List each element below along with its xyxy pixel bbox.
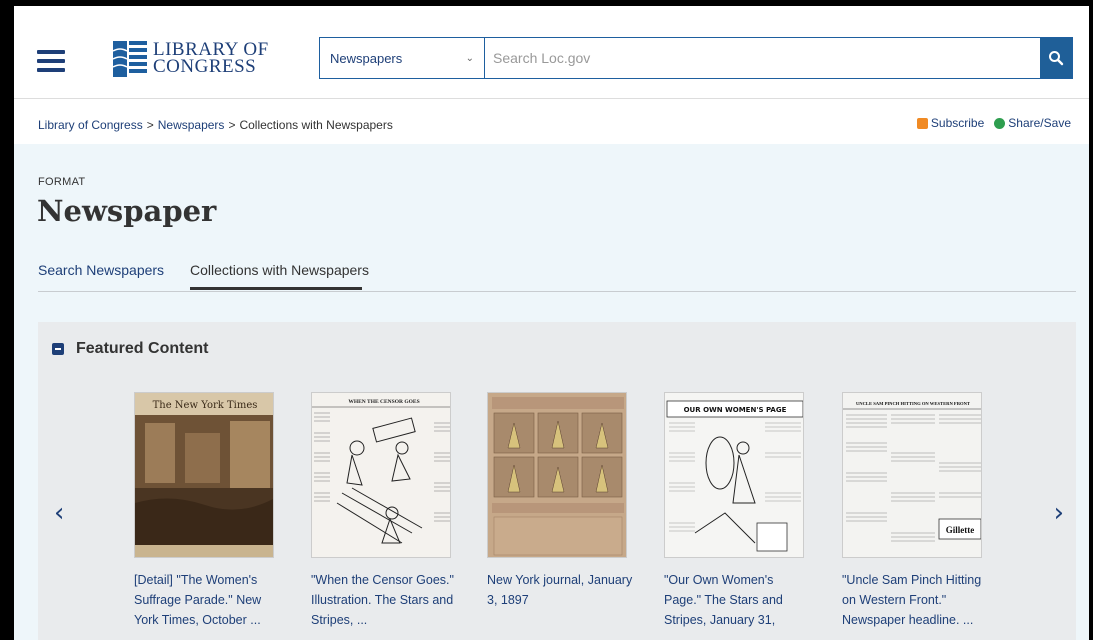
menu-icon[interactable] — [37, 50, 65, 72]
search-scope-value: Newspapers — [330, 50, 403, 66]
featured-content-title: Featured Content — [76, 340, 209, 357]
site-header: LIBRARY OF CONGRESS Newspapers ⌄ — [14, 6, 1089, 99]
featured-item-thumbnail[interactable]: WHEN THE CENSOR GOES — [311, 392, 451, 558]
active-tab-indicator — [190, 287, 362, 290]
search-button[interactable] — [1040, 38, 1072, 78]
chevron-left-icon[interactable]: ‹ — [54, 498, 64, 528]
share-link[interactable]: Share/Save — [994, 116, 1071, 130]
caption-line: Stripes, January 31, — [664, 613, 776, 627]
search-input[interactable] — [485, 38, 1040, 78]
format-label: FORMAT — [38, 176, 86, 188]
chevron-down-icon: ⌄ — [465, 52, 474, 64]
breadcrumb-item-current: Collections with Newspapers — [239, 118, 393, 132]
rss-icon — [916, 117, 928, 129]
featured-item-thumbnail[interactable]: OUR OWN WOMEN'S PAGE — [664, 392, 804, 558]
logo-text: LIBRARY OF CONGRESS — [153, 40, 269, 77]
newspaper-illustration-image: WHEN THE CENSOR GOES — [312, 393, 450, 557]
page-title: Newspaper — [37, 194, 217, 228]
logo-line-2: CONGRESS — [153, 56, 257, 77]
featured-item: New York journal, January 3, 1897 — [487, 392, 637, 610]
breadcrumb-item-newspapers[interactable]: Newspapers — [158, 118, 225, 132]
collapse-icon — [52, 343, 64, 355]
comic-page-image — [488, 393, 626, 557]
share-label: Share/Save — [1008, 116, 1071, 130]
caption-line: "Uncle Sam Pinch Hitting — [842, 573, 982, 587]
newspaper-photo-image: The New York Times — [135, 393, 273, 557]
featured-content-toggle[interactable]: Featured Content — [52, 340, 208, 358]
featured-item-thumbnail[interactable]: The New York Times — [134, 392, 274, 558]
breadcrumb: Library of Congress > Newspapers > Collectio… — [38, 118, 393, 132]
caption-line: "Our Own Women's — [664, 573, 774, 587]
nyt-masthead-text: The New York Times — [153, 400, 258, 411]
featured-item: WHEN THE CENSOR GOES "When the Censor Go… — [311, 392, 461, 630]
logo-icon — [113, 41, 147, 77]
caption-line: Page." The Stars and — [664, 593, 783, 607]
caption-line: Illustration. The Stars and — [311, 593, 454, 607]
caption-line: Suffrage Parade." New — [134, 593, 262, 607]
caption-line: York Times, October ... — [134, 613, 261, 627]
tab-collections-with-newspapers[interactable]: Collections with Newspapers — [190, 262, 369, 278]
breadcrumb-item-home[interactable]: Library of Congress — [38, 118, 143, 132]
featured-item: UNCLE SAM PINCH HITTING ON WESTERN FRONT — [842, 392, 992, 630]
womens-page-headline-text: OUR OWN WOMEN'S PAGE — [684, 406, 787, 414]
uncle-sam-headline-text: UNCLE SAM PINCH HITTING ON WESTERN FRONT — [856, 401, 970, 406]
censor-headline-text: WHEN THE CENSOR GOES — [348, 399, 419, 405]
featured-content-panel: Featured Content ‹ › The New York Times — [38, 322, 1076, 640]
subscribe-link[interactable]: Subscribe — [916, 116, 985, 130]
tab-search-newspapers[interactable]: Search Newspapers — [38, 262, 164, 278]
search-bar: Newspapers ⌄ — [319, 37, 1073, 79]
site-logo[interactable]: LIBRARY OF CONGRESS — [113, 39, 269, 77]
featured-item-thumbnail[interactable]: UNCLE SAM PINCH HITTING ON WESTERN FRONT — [842, 392, 982, 558]
caption-line: on Western Front." — [842, 593, 947, 607]
page-tools: Subscribe Share/Save — [907, 116, 1071, 130]
caption-line: New York journal, January — [487, 573, 633, 587]
chevron-right-icon[interactable]: › — [1054, 498, 1064, 528]
featured-item: OUR OWN WOMEN'S PAGE "Our Own Women's Pa… — [664, 392, 814, 630]
breadcrumb-separator: > — [228, 118, 236, 132]
gillette-ad-text: Gillette — [946, 525, 975, 535]
featured-item-caption[interactable]: New York journal, January 3, 1897 — [487, 570, 637, 610]
tab-bar: Search Newspapers Collections with Newsp… — [38, 258, 1076, 292]
caption-line: 3, 1897 — [487, 593, 529, 607]
featured-item-caption[interactable]: "Uncle Sam Pinch Hitting on Western Fron… — [842, 570, 992, 630]
featured-item-caption[interactable]: [Detail] "The Women's Suffrage Parade." … — [134, 570, 284, 630]
search-scope-select[interactable]: Newspapers ⌄ — [320, 38, 485, 78]
breadcrumb-separator: > — [146, 118, 154, 132]
browser-page: LIBRARY OF CONGRESS Newspapers ⌄ Library… — [14, 6, 1089, 640]
page-hero: FORMAT Newspaper Search Newspapers Colle… — [14, 144, 1089, 640]
caption-line: Newspaper headline. ... — [842, 613, 974, 627]
newspaper-headline-image: UNCLE SAM PINCH HITTING ON WESTERN FRONT — [843, 393, 981, 557]
featured-item-thumbnail[interactable] — [487, 392, 627, 558]
featured-item-caption[interactable]: "When the Censor Goes." Illustration. Th… — [311, 570, 461, 630]
caption-line: "When the Censor Goes." — [311, 573, 454, 587]
featured-item: The New York Times [Detail] "The Women's… — [134, 392, 284, 630]
share-icon — [994, 117, 1006, 129]
caption-line: [Detail] "The Women's — [134, 573, 258, 587]
subscribe-label: Subscribe — [930, 116, 985, 130]
featured-item-caption[interactable]: "Our Own Women's Page." The Stars and St… — [664, 570, 814, 630]
womens-page-image: OUR OWN WOMEN'S PAGE — [665, 393, 803, 557]
search-icon — [1049, 51, 1064, 66]
caption-line: Stripes, ... — [311, 613, 368, 627]
